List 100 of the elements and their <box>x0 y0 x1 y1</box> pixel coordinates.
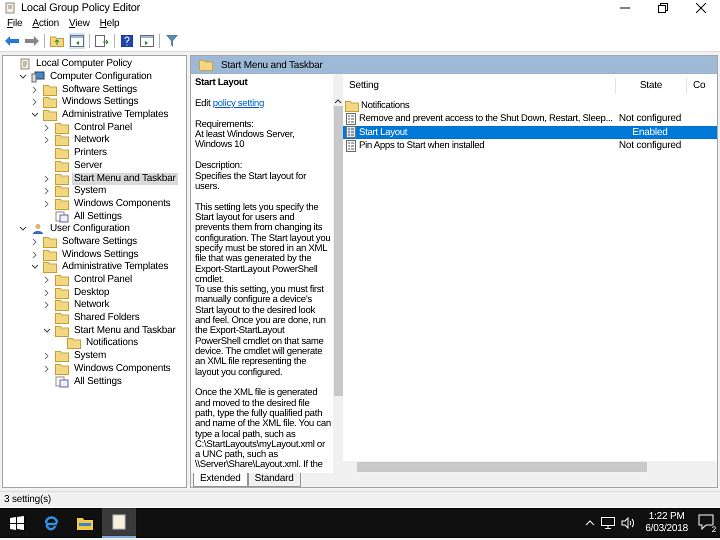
menu-item[interactable]: View <box>64 16 95 31</box>
collapse-chevron-icon[interactable] <box>31 112 39 118</box>
expand-chevron-icon[interactable] <box>44 136 50 144</box>
column-header[interactable]: Setting <box>343 78 616 94</box>
tree-item[interactable]: Network <box>72 134 112 146</box>
help-icon[interactable] <box>119 33 135 49</box>
edit-text: Edit policy setting <box>195 98 265 110</box>
tree-item[interactable]: Administrative Templates <box>60 261 170 274</box>
status-text: 3 setting(s) <box>4 494 52 505</box>
folder-icon <box>199 59 213 71</box>
setting-name: Remove and prevent access to the Shut Down, Restart, Sleep... <box>359 113 613 124</box>
tree-item[interactable]: Notifications <box>84 337 140 350</box>
clock-time[interactable]: 1:22 PM <box>648 511 685 523</box>
view-tab[interactable]: Standard <box>248 473 301 487</box>
tree-item[interactable]: Start Menu and Taskbar <box>72 172 178 185</box>
setting-name: Notifications <box>361 100 410 112</box>
settings-list-icon <box>55 376 69 388</box>
windows-logo-icon[interactable] <box>10 516 24 530</box>
folder-icon <box>55 274 69 286</box>
tree-item[interactable]: Control Panel <box>72 122 134 134</box>
chevron-up-icon[interactable] <box>585 520 596 526</box>
folder-icon <box>55 172 69 185</box>
expand-chevron-icon[interactable] <box>44 174 50 183</box>
table-row[interactable]: Pin Apps to Start when installed Not configured <box>343 138 717 152</box>
tree-item[interactable]: Server <box>72 160 104 172</box>
expand-chevron-icon[interactable] <box>32 238 38 246</box>
tree-item[interactable]: User Configuration <box>48 223 132 236</box>
tree-item[interactable]: Computer Configuration <box>48 71 154 84</box>
folder-icon <box>43 248 57 261</box>
tree-item[interactable]: Control Panel <box>72 274 134 286</box>
expand-chevron-icon[interactable] <box>32 98 38 106</box>
tree-item[interactable]: Software Settings <box>60 84 139 96</box>
tree-item[interactable]: System <box>72 185 108 198</box>
tree-item[interactable]: Local Computer Policy <box>34 58 134 70</box>
table-row[interactable]: Remove and prevent access to the Shut Down, Restart, Sleep... Not configured <box>343 112 717 126</box>
tree-item[interactable]: Printers <box>72 147 109 160</box>
notification-icon[interactable] <box>698 514 714 530</box>
forward-arrow-icon[interactable] <box>24 33 40 49</box>
collapse-chevron-icon[interactable] <box>19 74 27 80</box>
setting-name: Start Layout <box>359 126 408 138</box>
console-tree-icon[interactable] <box>69 33 85 49</box>
collapse-chevron-icon[interactable] <box>19 226 27 232</box>
tree-item[interactable]: Software Settings <box>60 236 139 248</box>
expand-chevron-icon[interactable] <box>32 250 38 259</box>
vertical-scrollbar[interactable] <box>333 74 343 473</box>
expand-chevron-icon[interactable] <box>44 276 50 284</box>
tree-item[interactable]: Desktop <box>72 286 112 299</box>
expand-chevron-icon[interactable] <box>44 187 50 196</box>
folder-icon <box>55 286 69 299</box>
column-header[interactable]: Co <box>687 78 717 94</box>
view-tab[interactable]: Extended <box>193 473 248 487</box>
description-paragraph: Once the XML file is generated and moved to the desired file path, type the fully qualified path and name of the XML file. You can type a local path, such as C:\StartLayouts\myLayout.xml or a UNC path, such as \\Server\Share\Layout.xml. If the <box>195 388 331 471</box>
restore-icon[interactable] <box>658 3 668 13</box>
tree-item[interactable]: Shared Folders <box>72 312 142 324</box>
edge-e-icon[interactable] <box>43 515 59 531</box>
document-icon[interactable] <box>112 514 126 530</box>
menu-item[interactable]: File <box>2 16 28 31</box>
computer-icon <box>31 71 45 84</box>
folder-icon <box>43 109 57 122</box>
expand-chevron-icon[interactable] <box>44 288 50 297</box>
menu-item[interactable]: Action <box>27 16 64 31</box>
expand-chevron-icon[interactable] <box>44 364 50 373</box>
tree-item[interactable]: Administrative Templates <box>60 109 170 122</box>
state-cell-text: Not configured <box>618 113 682 124</box>
scroll-up-icon[interactable] <box>334 98 342 104</box>
tree-item[interactable]: Windows Components <box>72 362 172 375</box>
expand-chevron-icon[interactable] <box>44 352 50 360</box>
menu-item[interactable]: Help <box>94 16 124 31</box>
folder-icon <box>43 236 57 248</box>
tree-item[interactable]: Network <box>72 299 112 312</box>
folder-icon <box>55 198 69 210</box>
folder-icon[interactable] <box>77 516 93 530</box>
policy-icon <box>345 126 357 138</box>
action-pane-icon[interactable] <box>139 33 155 49</box>
column-header[interactable]: State <box>616 78 687 94</box>
tree-item[interactable]: System <box>72 350 108 362</box>
table-row[interactable]: Notifications <box>343 99 717 112</box>
folder-icon <box>67 337 81 350</box>
expand-chevron-icon[interactable] <box>44 200 50 208</box>
expand-chevron-icon[interactable] <box>32 86 38 94</box>
tree-item[interactable]: Windows Settings <box>60 96 140 108</box>
export-list-icon[interactable] <box>94 33 110 49</box>
collapse-chevron-icon[interactable] <box>31 264 39 270</box>
expand-chevron-icon[interactable] <box>44 124 50 132</box>
tree-item[interactable]: All Settings <box>72 210 124 223</box>
tree-item[interactable]: Start Menu and Taskbar <box>72 324 178 337</box>
tree-item[interactable]: All Settings <box>72 376 124 388</box>
tree-item[interactable]: Windows Settings <box>60 248 140 261</box>
expand-chevron-icon[interactable] <box>44 301 50 310</box>
filter-icon[interactable] <box>164 33 180 49</box>
network-icon[interactable] <box>601 517 616 529</box>
horizontal-scrollbar[interactable] <box>343 461 717 473</box>
collapse-chevron-icon[interactable] <box>43 328 51 334</box>
table-row[interactable]: Start Layout Enabled <box>343 126 717 139</box>
policy-setting-link[interactable]: policy setting <box>212 98 264 109</box>
tree-item[interactable]: Windows Components <box>72 198 172 210</box>
close-icon[interactable] <box>696 3 706 13</box>
speaker-icon[interactable] <box>621 517 636 529</box>
folder-icon <box>55 134 69 146</box>
clock-date[interactable]: 6/03/2018 <box>645 523 688 535</box>
